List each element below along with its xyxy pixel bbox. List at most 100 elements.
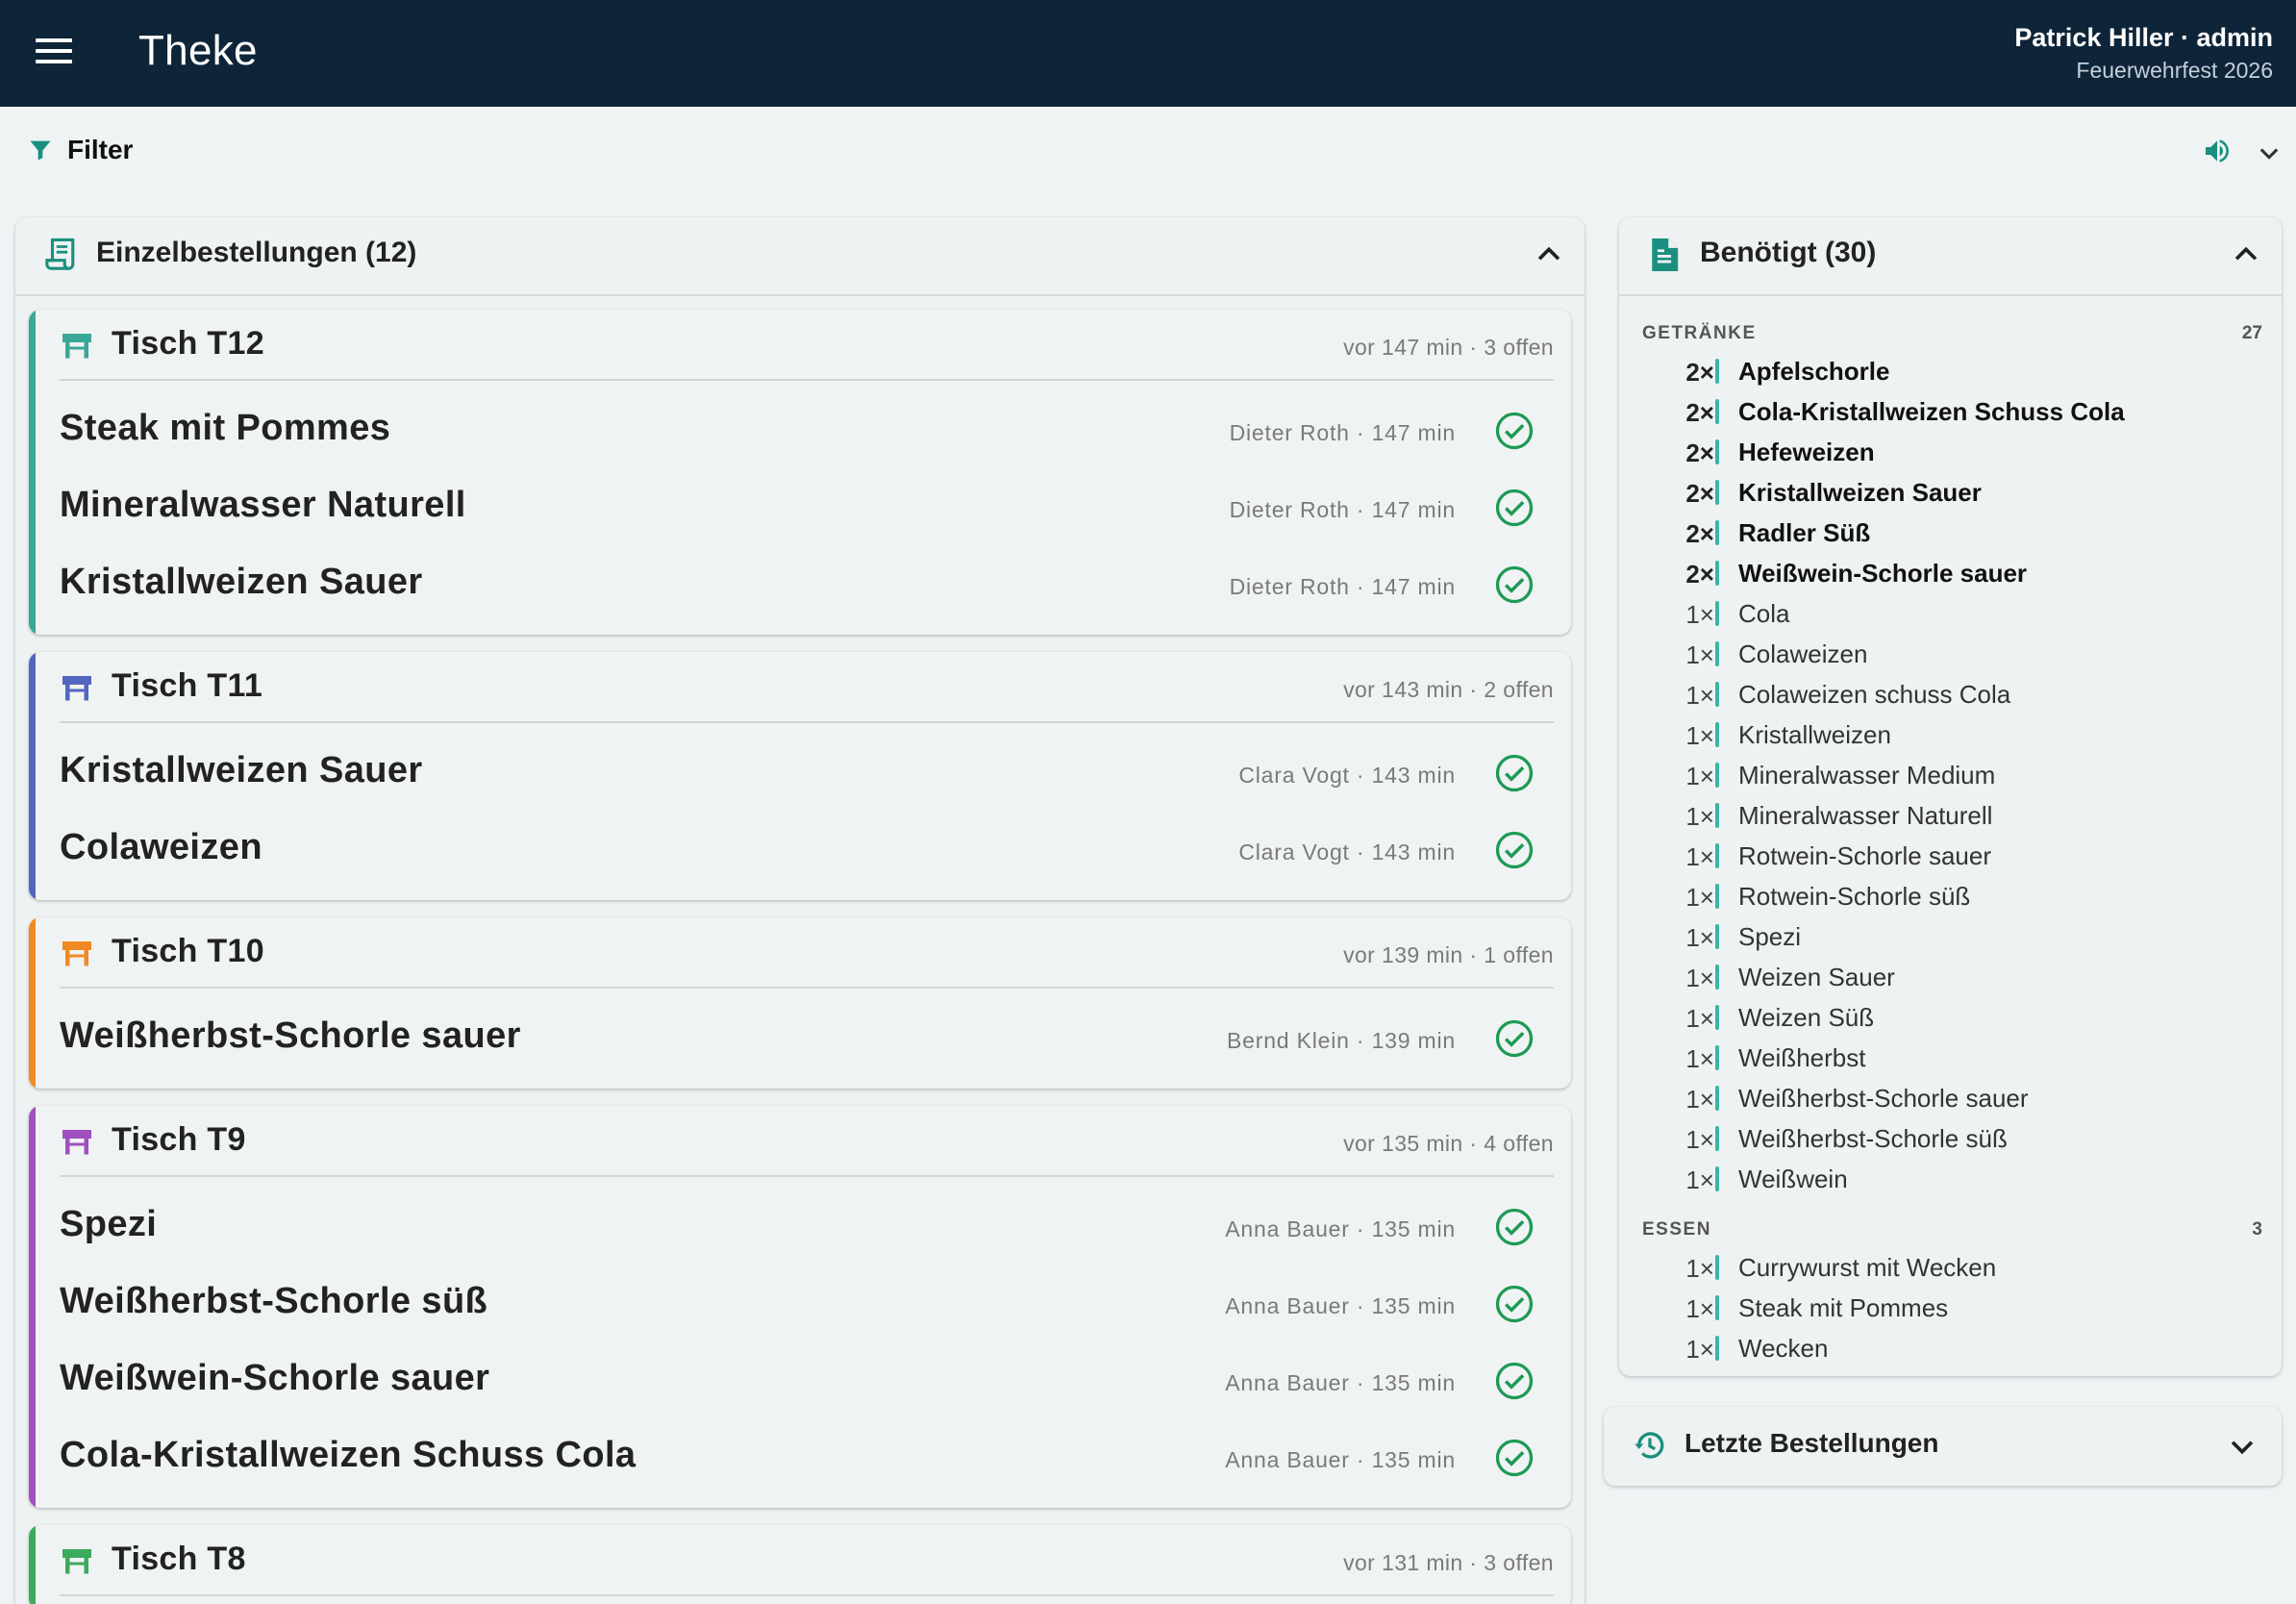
table-color-bar — [29, 1106, 36, 1508]
table-icon — [62, 1130, 91, 1155]
needed-item: 2× Kristallweizen Sauer — [1642, 473, 2262, 514]
needed-panel: Benötigt (30) GETRÄNKE 27 2× Apfelschorle 2×… — [1619, 217, 2282, 1376]
needed-item-bar — [1715, 439, 1719, 464]
needed-item: 1× Steak mit Pommes — [1642, 1289, 2262, 1329]
needed-item: 1× Mineralwasser Medium — [1642, 756, 2262, 796]
needed-item-bar — [1715, 924, 1719, 949]
needed-item-name: Colaweizen schuss Cola — [1738, 680, 2011, 709]
needed-panel-header[interactable]: Benötigt (30) — [1619, 217, 2282, 296]
filter-button[interactable]: Filter — [27, 135, 133, 165]
order-item-meta: Dieter Roth · 147 min — [1229, 420, 1456, 445]
needed-item-bar — [1715, 520, 1719, 545]
needed-item-bar — [1715, 561, 1719, 586]
category-count: 3 — [2252, 1219, 2262, 1240]
chevron-down-icon[interactable] — [2256, 139, 2283, 166]
category-header: ESSEN 3 — [1642, 1216, 2262, 1248]
table-meta: vor 147 min · 3 offen — [1343, 335, 1554, 360]
needed-item-bar — [1715, 1166, 1719, 1191]
table-name: Tisch T8 — [112, 1541, 246, 1577]
volume-icon[interactable] — [2202, 136, 2233, 166]
table-icon — [62, 334, 91, 359]
document-icon — [1652, 238, 1679, 271]
order-items — [29, 1596, 1571, 1604]
check-circle-icon[interactable] — [1494, 1284, 1535, 1324]
order-item: Weißherbst-Schorle süß Anna Bauer · 135 m… — [60, 1264, 1554, 1341]
order-item-name: Weißherbst-Schorle süß — [60, 1281, 488, 1321]
needed-item: 2× Weißwein-Schorle sauer — [1642, 554, 2262, 594]
needed-qty: 2× — [1685, 519, 1714, 548]
needed-item: 1× Currywurst mit Wecken — [1642, 1248, 2262, 1289]
needed-qty: 1× — [1685, 762, 1714, 790]
orders-panel-header[interactable]: Einzelbestellungen (12) — [15, 217, 1585, 296]
needed-item-bar — [1715, 480, 1719, 505]
filter-icon — [30, 140, 51, 161]
needed-qty: 1× — [1685, 1254, 1714, 1283]
check-circle-icon[interactable] — [1494, 1361, 1535, 1401]
table-card-header: Tisch T9 vor 135 min · 4 offen — [60, 1106, 1554, 1177]
order-item-meta: Anna Bauer · 135 min — [1225, 1216, 1456, 1241]
check-circle-icon[interactable] — [1494, 1438, 1535, 1478]
needed-list: GETRÄNKE 27 2× Apfelschorle 2× Cola-Kristallw… — [1642, 319, 2262, 1369]
order-item-name: Cola-Kristallweizen Schuss Cola — [60, 1435, 636, 1475]
chevron-up-icon[interactable] — [2230, 238, 2262, 271]
table-meta: vor 131 min · 3 offen — [1343, 1550, 1554, 1575]
order-item: Weißherbst-Schorle sauer Bernd Klein · 13… — [60, 998, 1554, 1075]
needed-item-bar — [1715, 843, 1719, 868]
needed-panel-title: Benötigt (30) — [1700, 237, 1877, 268]
table-card: Tisch T8 vor 131 min · 3 offen — [29, 1525, 1571, 1604]
order-item-meta: Dieter Roth · 147 min — [1229, 497, 1456, 522]
receipt-icon — [45, 238, 75, 270]
table-name: Tisch T9 — [112, 1121, 246, 1158]
app-bar: Theke Patrick Hiller · admin Feuerwehrfe… — [0, 0, 2296, 107]
table-name: Tisch T10 — [112, 933, 264, 969]
check-circle-icon[interactable] — [1494, 411, 1535, 451]
chevron-up-icon[interactable] — [1533, 238, 1565, 271]
needed-item-name: Colaweizen — [1738, 639, 1868, 668]
needed-item-name: Kristallweizen Sauer — [1738, 478, 1982, 507]
check-circle-icon[interactable] — [1494, 1018, 1535, 1059]
table-cards: Tisch T12 vor 147 min · 3 offen Steak mit … — [29, 310, 1571, 1604]
needed-item-name: Weizen Süß — [1738, 1003, 1875, 1032]
order-item-name: Weißwein-Schorle sauer — [60, 1358, 490, 1398]
needed-qty: 1× — [1685, 964, 1714, 992]
needed-qty: 1× — [1685, 802, 1714, 831]
check-circle-icon[interactable] — [1494, 830, 1535, 870]
order-item-name: Colaweizen — [60, 827, 262, 867]
check-circle-icon[interactable] — [1494, 564, 1535, 605]
needed-qty: 1× — [1685, 1294, 1714, 1323]
table-icon — [62, 676, 91, 701]
user-info: Patrick Hiller · admin — [2014, 23, 2273, 52]
order-item-name: Steak mit Pommes — [60, 408, 391, 448]
order-item-name: Weißherbst-Schorle sauer — [60, 1015, 521, 1056]
needed-item-bar — [1715, 1295, 1719, 1320]
needed-item-name: Rotwein-Schorle sauer — [1738, 841, 1992, 870]
category-header: GETRÄNKE 27 — [1642, 319, 2262, 352]
needed-item-name: Weißwein-Schorle sauer — [1738, 559, 2028, 588]
order-item-meta: Bernd Klein · 139 min — [1227, 1028, 1456, 1053]
needed-item: 1× Wecken — [1642, 1329, 2262, 1369]
menu-icon[interactable] — [36, 38, 72, 67]
table-name: Tisch T11 — [112, 667, 263, 704]
needed-item-name: Kristallweizen — [1738, 720, 1891, 749]
check-circle-icon[interactable] — [1494, 488, 1535, 528]
needed-item-name: Cola — [1738, 599, 1790, 628]
recent-orders-header[interactable]: Letzte Bestellungen — [1604, 1407, 2282, 1486]
needed-item: 1× Mineralwasser Naturell — [1642, 796, 2262, 837]
category-count: 27 — [2241, 323, 2262, 343]
category-name: ESSEN — [1642, 1219, 1711, 1240]
needed-qty: 1× — [1685, 1085, 1714, 1114]
chevron-down-icon[interactable] — [2226, 1430, 2259, 1463]
needed-qty: 2× — [1685, 358, 1714, 387]
needed-item-bar — [1715, 1336, 1719, 1361]
event-name: Feuerwehrfest 2026 — [2076, 58, 2273, 83]
needed-item-name: Currywurst mit Wecken — [1738, 1253, 1997, 1282]
check-circle-icon[interactable] — [1494, 753, 1535, 793]
needed-item: 1× Weißherbst-Schorle süß — [1642, 1119, 2262, 1160]
needed-item-bar — [1715, 399, 1719, 424]
needed-qty: 2× — [1685, 479, 1714, 508]
check-circle-icon[interactable] — [1494, 1207, 1535, 1247]
needed-item: 1× Weizen Sauer — [1642, 958, 2262, 998]
order-item: Colaweizen Clara Vogt · 143 min — [60, 810, 1554, 887]
needed-item-bar — [1715, 1045, 1719, 1070]
needed-item: 1× Kristallweizen — [1642, 715, 2262, 756]
